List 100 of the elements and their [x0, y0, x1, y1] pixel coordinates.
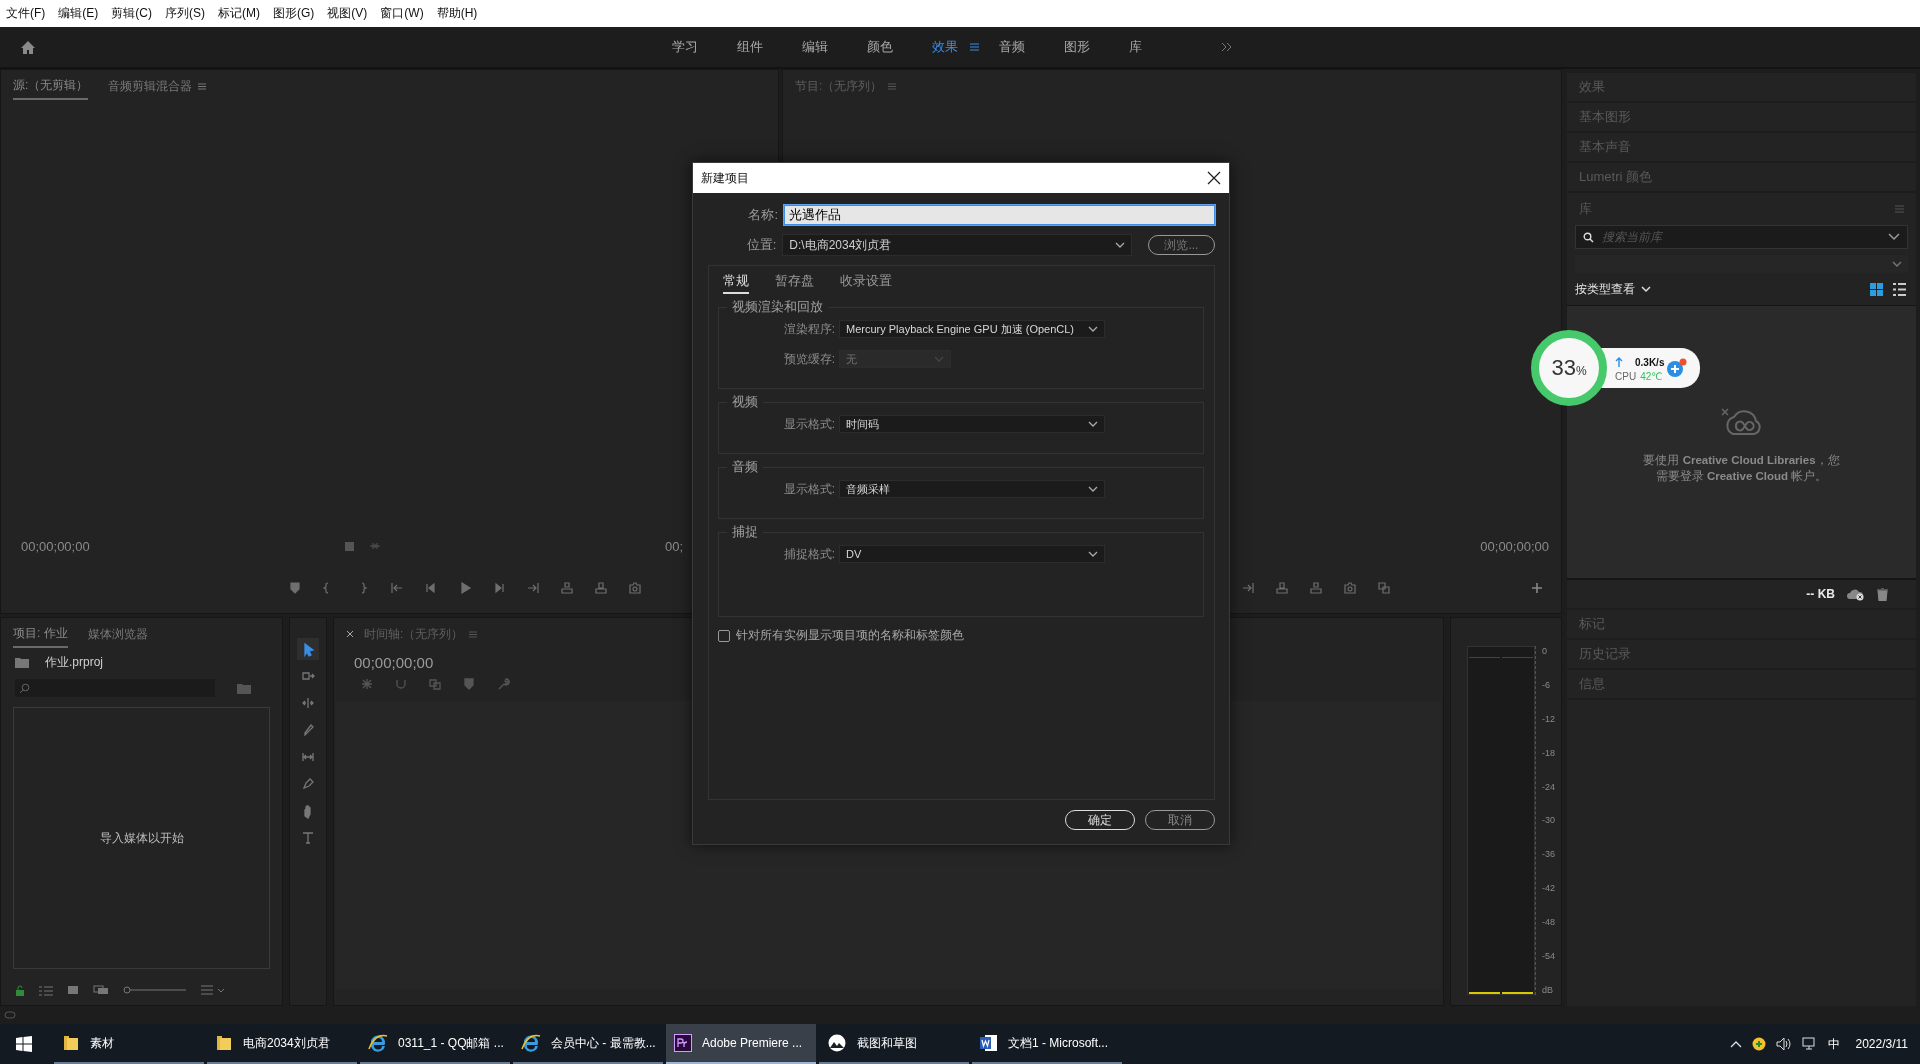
start-icon[interactable]: [16, 1036, 32, 1052]
go-to-in-icon[interactable]: [389, 581, 404, 595]
dropdown[interactable]: Mercury Playback Engine GPU 加速 (OpenCL): [839, 320, 1105, 338]
meter-tick-label: -36: [1542, 849, 1555, 860]
menu-item[interactable]: 视图(V): [327, 5, 368, 22]
overwrite-icon[interactable]: [593, 581, 608, 595]
freeform-view-icon[interactable]: [93, 985, 109, 995]
menu-icon[interactable]: [469, 630, 478, 638]
chevron-down-icon: [934, 355, 944, 363]
dialog-tab[interactable]: 暂存盘: [775, 270, 814, 294]
extract-icon[interactable]: [1309, 581, 1323, 595]
panel-tab[interactable]: 音频剪辑混合器: [108, 73, 193, 99]
dialog-tab[interactable]: 收录设置: [840, 270, 892, 294]
step-back-icon[interactable]: [423, 581, 438, 595]
timecode: 00;00;00;00: [21, 538, 90, 554]
cpu-temperature: 42℃: [1640, 370, 1663, 382]
home-icon[interactable]: [20, 39, 36, 55]
zoom-slider-icon[interactable]: [123, 985, 187, 995]
dropdown[interactable]: 时间码: [839, 415, 1105, 433]
checkbox[interactable]: [718, 629, 730, 642]
add-icon[interactable]: [1531, 582, 1543, 594]
taskbar-app[interactable]: 电商2034刘贞君: [207, 1024, 357, 1064]
wrench-icon[interactable]: [496, 677, 510, 691]
workspace-tab[interactable]: 库: [1129, 38, 1161, 56]
menu-item[interactable]: 编辑(E): [58, 5, 99, 22]
panel-tab[interactable]: 媒体浏览器: [87, 621, 148, 647]
cpu-monitor-widget[interactable]: 33% 0.3K/s CPU 42℃: [1531, 330, 1701, 406]
list-view-icon[interactable]: [1893, 282, 1906, 296]
linked-selection-icon[interactable]: [428, 677, 442, 691]
go-to-out-icon[interactable]: [525, 581, 540, 595]
trash-icon[interactable]: [1877, 587, 1888, 601]
dialog-tab[interactable]: 常规: [723, 270, 749, 294]
camera-icon[interactable]: [627, 581, 642, 595]
insert-icon[interactable]: [559, 581, 574, 595]
view-by-dropdown[interactable]: 按类型查看: [1575, 280, 1651, 298]
panel-tab[interactable]: 项目: 作业: [13, 620, 68, 648]
compare-icon[interactable]: [1377, 581, 1391, 595]
icon-view-icon[interactable]: [67, 985, 79, 995]
magnet-icon[interactable]: [394, 677, 408, 691]
audio-waveform-icon[interactable]: [368, 541, 381, 551]
menu-icon[interactable]: [198, 82, 207, 90]
taskbar-app[interactable]: 截图和草图: [819, 1024, 969, 1064]
tray-app-icon[interactable]: [1751, 1037, 1766, 1051]
new-bin-icon[interactable]: [237, 682, 251, 694]
sign-in-message: 要使用 Creative Cloud Libraries，您需要登录 Creative Cloud 帐户。: [1642, 453, 1841, 484]
menu-item[interactable]: 窗口(W): [380, 5, 424, 22]
grid-view-icon[interactable]: [1870, 282, 1883, 296]
close-icon[interactable]: [1207, 171, 1221, 185]
close-icon[interactable]: [346, 630, 354, 638]
workspace-tab[interactable]: 编辑: [802, 38, 847, 56]
sort-icon[interactable]: [201, 985, 225, 995]
media-drop-area[interactable]: 导入媒体以开始: [13, 707, 270, 969]
taskbar-app[interactable]: 素材: [54, 1024, 204, 1064]
taskbar-app[interactable]: 文档1 - Microsoft...: [972, 1024, 1122, 1064]
checkbox-label: 针对所有实例显示项目项的名称和标签颜色: [736, 627, 964, 644]
cloud-offline-icon[interactable]: [1847, 587, 1865, 601]
name-field[interactable]: 光遇作品: [784, 205, 1215, 225]
workspace-tab[interactable]: 学习: [672, 38, 717, 56]
nest-icon[interactable]: [360, 677, 374, 691]
menu-item[interactable]: 序列(S): [165, 5, 205, 22]
volume-icon[interactable]: [1775, 1037, 1792, 1051]
search-icon: [19, 682, 30, 694]
workspace-tab[interactable]: 图形: [1064, 38, 1109, 56]
workspace-tab[interactable]: 效果: [932, 38, 962, 56]
camera-icon[interactable]: [1343, 581, 1357, 595]
menu-icon[interactable]: [970, 43, 979, 51]
menu-item[interactable]: 图形(G): [273, 5, 315, 22]
field-label: 显示格式:: [782, 415, 835, 433]
menu-item[interactable]: 剪辑(C): [111, 5, 152, 22]
marker-icon[interactable]: [462, 677, 476, 691]
add-icon[interactable]: [1666, 358, 1689, 378]
folder-icon: [15, 657, 29, 668]
input-method-indicator[interactable]: 中: [1827, 1035, 1840, 1053]
lock-icon[interactable]: [15, 984, 25, 996]
panel-tab[interactable]: 源:（无剪辑）: [13, 72, 89, 100]
taskbar-app[interactable]: Adobe Premiere ...: [666, 1024, 816, 1064]
workspace-tab[interactable]: 颜色: [867, 38, 912, 56]
search-field[interactable]: [15, 679, 215, 697]
menu-item[interactable]: 帮助(H): [436, 5, 478, 22]
clock-date[interactable]: 2022/3/11: [1855, 1037, 1908, 1051]
chevron-down-icon[interactable]: [1888, 233, 1900, 241]
percent-sign: %: [1575, 364, 1587, 378]
selection-tool-icon[interactable]: [297, 638, 319, 660]
dropdown[interactable]: DV: [839, 545, 1105, 563]
network-icon[interactable]: [1801, 1037, 1818, 1051]
taskbar-app[interactable]: 0311_1 - QQ邮箱 ...: [360, 1024, 510, 1064]
workspace-tab[interactable]: 组件: [737, 38, 782, 56]
dropdown[interactable]: 音频采样: [839, 480, 1105, 498]
chevron-up-icon[interactable]: [1729, 1040, 1742, 1048]
menu-item[interactable]: 文件(F): [6, 5, 46, 22]
more-icon[interactable]: [1221, 42, 1233, 52]
go-to-out-icon[interactable]: [1241, 581, 1255, 595]
menu-item[interactable]: 标记(M): [218, 5, 260, 22]
clip-icon[interactable]: [343, 540, 355, 552]
marker-icon[interactable]: [287, 581, 302, 595]
menu-icon[interactable]: [888, 82, 897, 90]
location-dropdown[interactable]: D:\电商2034刘贞君: [782, 234, 1132, 256]
workspace-tab[interactable]: 音频: [999, 38, 1044, 56]
taskbar-app[interactable]: 会员中心 - 最需教...: [513, 1024, 663, 1064]
lift-icon[interactable]: [1275, 581, 1289, 595]
